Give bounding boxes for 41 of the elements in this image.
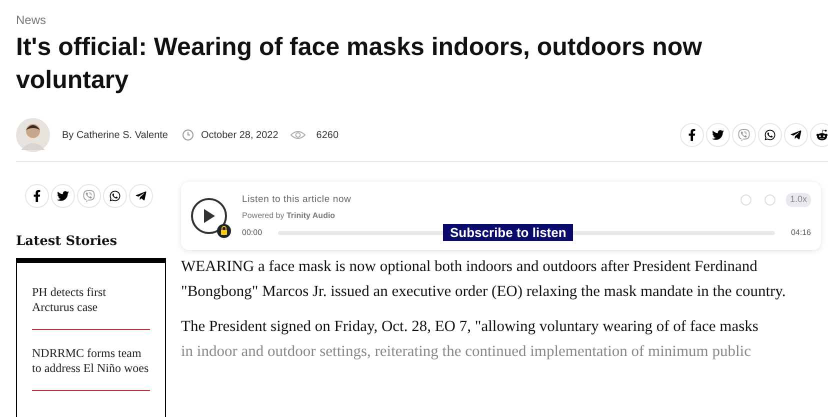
facebook-icon: [31, 190, 43, 202]
article-line: The President signed on Friday, Oct. 28, EO 7, "allowing voluntary wearing of of face masks: [181, 317, 760, 337]
share-button[interactable]: [784, 123, 808, 147]
paper-plane-icon: [790, 129, 802, 141]
share-button[interactable]: [129, 184, 153, 208]
lock-icon: [217, 224, 231, 238]
powered-by: Powered by Trinity Audio: [242, 210, 336, 222]
share-button[interactable]: [103, 184, 127, 208]
clock-icon: [182, 129, 194, 141]
story-link[interactable]: NDRRMC forms team to address El Niño woes: [32, 346, 150, 376]
phone-bubble-icon: [83, 190, 95, 202]
story-link[interactable]: PH detects first Arcturus case: [32, 284, 150, 314]
author-name[interactable]: By Catherine S. Valente: [62, 128, 168, 142]
play-icon: [203, 209, 215, 223]
whatsapp-icon: [764, 129, 776, 141]
share-button[interactable]: [25, 184, 49, 208]
subscribe-button[interactable]: Subscribe to listen: [443, 224, 574, 241]
category-label[interactable]: News: [16, 11, 828, 29]
player-title: Listen to this article now: [242, 192, 352, 207]
article-line: in indoor and outdoor settings, reiterating the continued implementation of minimum public: [181, 342, 752, 362]
facebook-icon: [686, 129, 698, 141]
paper-plane-icon: [135, 190, 147, 202]
duration: 04:16: [790, 227, 811, 240]
view-count: 6260: [316, 128, 339, 142]
share-button[interactable]: [680, 123, 704, 147]
reddit-icon: [816, 129, 828, 141]
elapsed-time: 00:00: [242, 227, 262, 240]
bird-icon: [712, 129, 724, 141]
publish-date: October 28, 2022: [201, 128, 278, 142]
eye-icon: [290, 130, 306, 140]
headline: It's official: Wearing of face masks indoors, outdoors now voluntary: [16, 32, 704, 96]
sidebar-heading: Latest Stories: [16, 233, 118, 251]
share-button[interactable]: [51, 184, 75, 208]
share-button[interactable]: [706, 123, 730, 147]
article-paragraph: WEARING a face mask is now optional both indoors and outdoors after President Ferdinand "Bongbong" Marcos Jr. issued an executive order (EO) relaxing the mask mandate in the country.: [181, 257, 787, 302]
avatar: [16, 118, 50, 152]
share-button[interactable]: [758, 123, 782, 147]
bird-icon: [57, 190, 69, 202]
phone-bubble-icon: [738, 129, 750, 141]
whatsapp-icon: [109, 190, 121, 202]
share-button[interactable]: [810, 123, 828, 147]
